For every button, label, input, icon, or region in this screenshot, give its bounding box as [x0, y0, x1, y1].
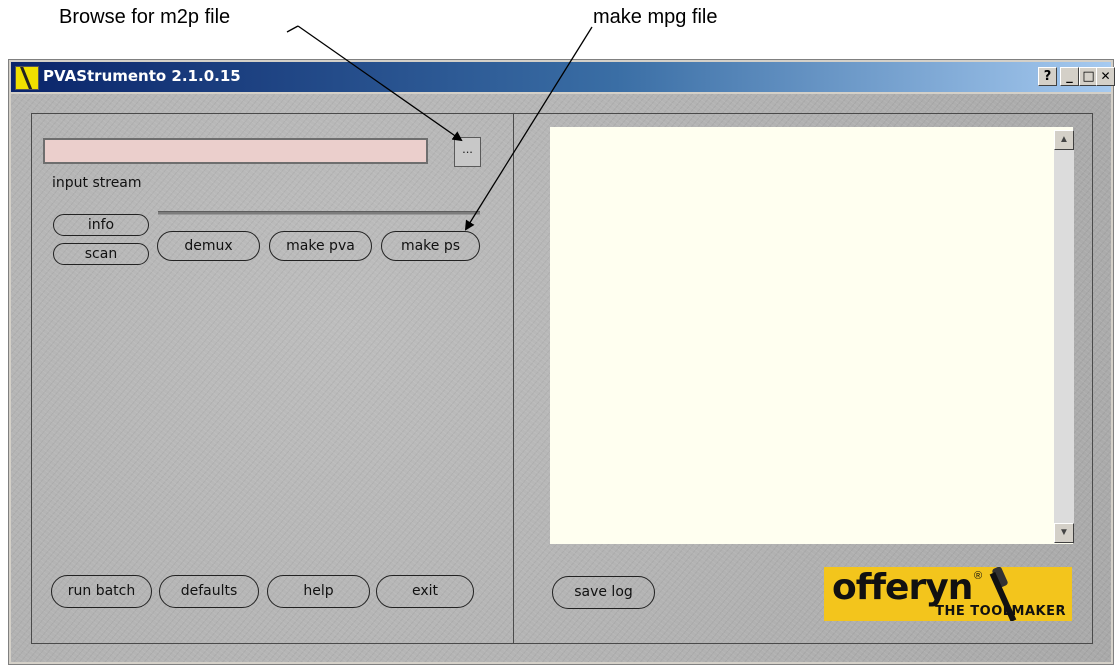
defaults-button[interactable]: defaults	[159, 575, 259, 608]
close-button[interactable]: ✕	[1096, 67, 1115, 86]
make-mpg-annotation: make mpg file	[593, 6, 718, 28]
input-stream-label: input stream	[52, 175, 142, 191]
exit-button[interactable]: exit	[376, 575, 474, 608]
minimize-button[interactable]: _	[1060, 67, 1079, 86]
logo-tagline: THE TOOLMAKER	[935, 604, 1066, 619]
logo-brand: offeryn	[832, 567, 973, 608]
logo-registered-mark: ®	[974, 570, 983, 582]
left-panel	[31, 113, 514, 644]
demux-button[interactable]: demux	[157, 231, 260, 261]
browse-button[interactable]: ...	[454, 137, 481, 167]
run-batch-button[interactable]: run batch	[51, 575, 152, 608]
save-log-button[interactable]: save log	[552, 576, 655, 609]
log-area[interactable]	[550, 127, 1073, 544]
make-ps-button[interactable]: make ps	[381, 231, 480, 261]
help-caption-button[interactable]: ?	[1038, 67, 1057, 86]
make-pva-button[interactable]: make pva	[269, 231, 372, 261]
input-stream-field[interactable]	[43, 138, 428, 164]
scroll-up-icon[interactable]: ▲	[1054, 130, 1074, 150]
browse-annotation: Browse for m2p file	[59, 6, 231, 28]
scan-button[interactable]: scan	[53, 243, 149, 265]
window-title: PVAStrumento 2.1.0.15	[43, 67, 241, 85]
app-icon	[15, 66, 39, 90]
title-bar: PVAStrumento 2.1.0.15 ? _ □ ✕	[11, 62, 1115, 92]
log-scrollbar[interactable]: ▲ ▼	[1054, 130, 1074, 543]
info-button[interactable]: info	[53, 214, 149, 236]
offeryn-logo: offeryn ® THE TOOLMAKER	[824, 567, 1072, 621]
help-button[interactable]: help	[267, 575, 370, 608]
scroll-down-icon[interactable]: ▼	[1054, 523, 1074, 543]
progress-bar	[158, 211, 480, 215]
browse-arrow	[286, 25, 299, 33]
